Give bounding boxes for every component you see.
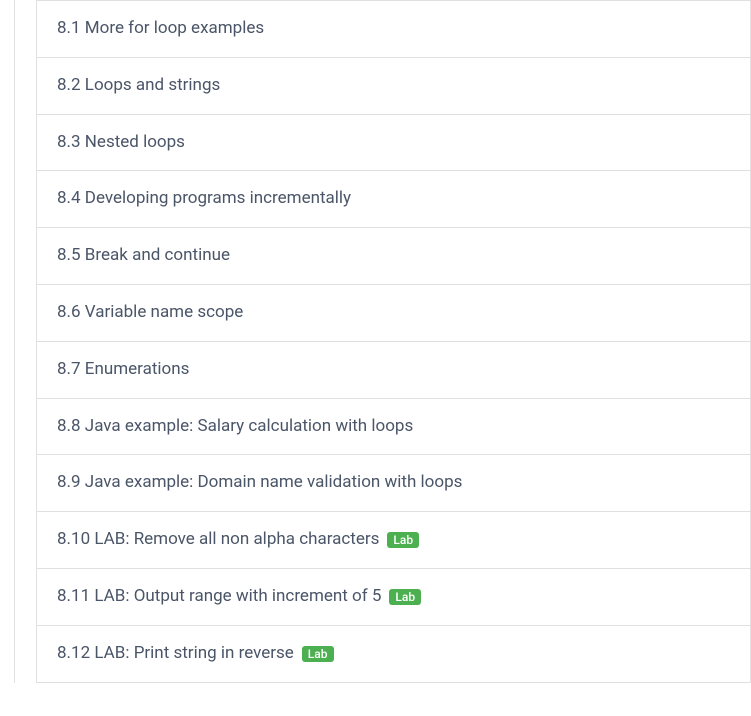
- section-title: 8.5 Break and continue: [57, 244, 230, 268]
- section-title: 8.7 Enumerations: [57, 358, 189, 382]
- section-item[interactable]: 8.6 Variable name scope: [36, 285, 751, 342]
- section-title: 8.6 Variable name scope: [57, 301, 243, 325]
- section-item[interactable]: 8.8 Java example: Salary calculation wit…: [36, 399, 751, 456]
- section-list: 8.1 More for loop examples 8.2 Loops and…: [36, 0, 751, 683]
- section-item[interactable]: 8.7 Enumerations: [36, 342, 751, 399]
- section-title: 8.4 Developing programs incrementally: [57, 187, 351, 211]
- section-item[interactable]: 8.5 Break and continue: [36, 228, 751, 285]
- section-title: 8.11 LAB: Output range with increment of…: [57, 585, 381, 609]
- lab-badge: Lab: [389, 589, 421, 605]
- section-title: 8.2 Loops and strings: [57, 74, 220, 98]
- section-item[interactable]: 8.10 LAB: Remove all non alpha character…: [36, 512, 751, 569]
- section-title: 8.12 LAB: Print string in reverse: [57, 642, 294, 666]
- section-item[interactable]: 8.4 Developing programs incrementally: [36, 171, 751, 228]
- section-item[interactable]: 8.12 LAB: Print string in reverse Lab: [36, 626, 751, 683]
- lab-badge: Lab: [302, 646, 334, 662]
- section-item[interactable]: 8.1 More for loop examples: [36, 0, 751, 58]
- section-item[interactable]: 8.11 LAB: Output range with increment of…: [36, 569, 751, 626]
- section-title: 8.1 More for loop examples: [57, 17, 264, 41]
- section-title: 8.10 LAB: Remove all non alpha character…: [57, 528, 379, 552]
- section-title: 8.3 Nested loops: [57, 131, 185, 155]
- section-list-container: 8.1 More for loop examples 8.2 Loops and…: [0, 0, 751, 683]
- section-title: 8.9 Java example: Domain name validation…: [57, 471, 462, 495]
- vertical-divider: [14, 0, 15, 683]
- lab-badge: Lab: [387, 532, 419, 548]
- section-item[interactable]: 8.3 Nested loops: [36, 115, 751, 172]
- section-item[interactable]: 8.9 Java example: Domain name validation…: [36, 455, 751, 512]
- section-item[interactable]: 8.2 Loops and strings: [36, 58, 751, 115]
- section-title: 8.8 Java example: Salary calculation wit…: [57, 415, 413, 439]
